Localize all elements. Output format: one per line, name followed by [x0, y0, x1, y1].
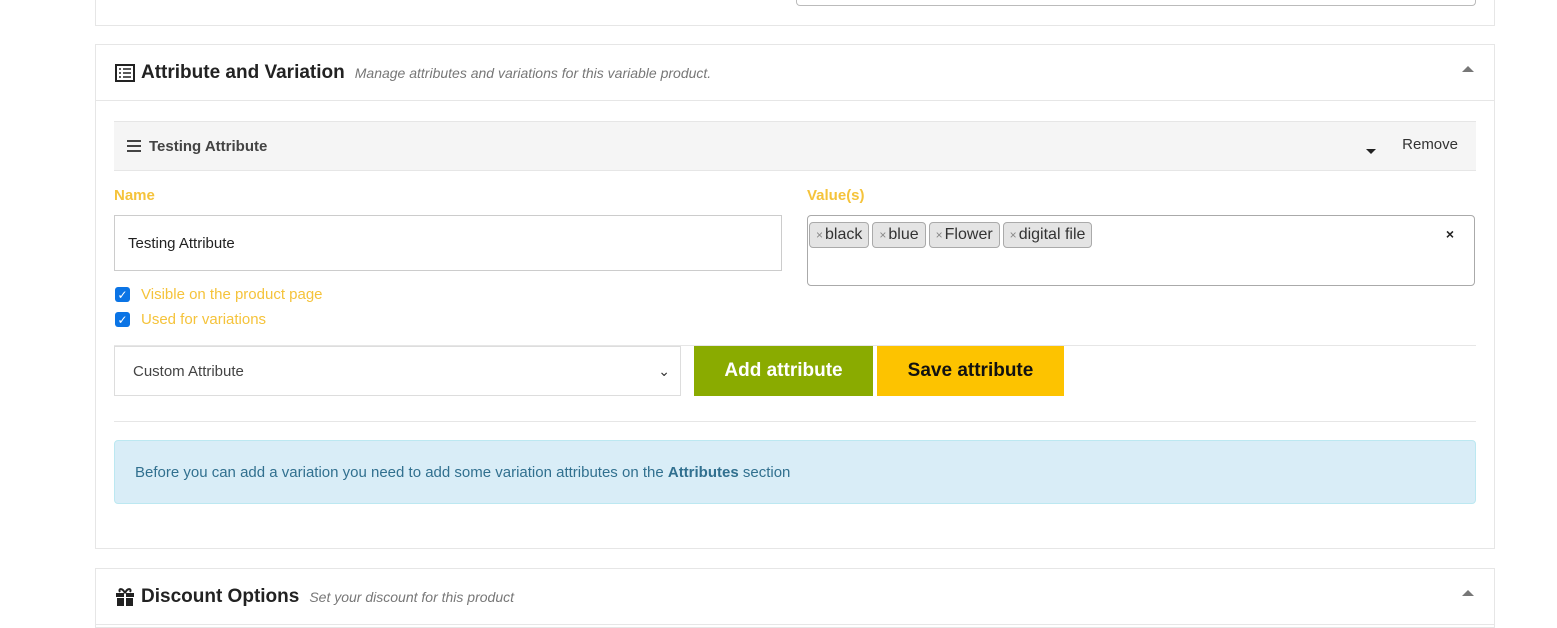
attribute-variation-section: Attribute and Variation Manage attribute…	[95, 44, 1495, 549]
remove-tag-icon[interactable]: ×	[1010, 228, 1017, 242]
remove-tag-icon[interactable]: ×	[816, 228, 823, 242]
checkmark-icon[interactable]: ✓	[115, 287, 130, 302]
add-attribute-button[interactable]: Add attribute	[694, 346, 873, 396]
attribute-row-header[interactable]: Testing Attribute Remove	[114, 121, 1476, 171]
clear-all-icon[interactable]: ×	[1446, 226, 1454, 242]
gift-icon	[116, 588, 134, 606]
name-input[interactable]: Testing Attribute	[114, 215, 782, 271]
section-title: Attribute and Variation	[141, 61, 345, 83]
remove-tag-icon[interactable]: ×	[936, 228, 943, 242]
expand-icon[interactable]	[1366, 149, 1376, 154]
value-tag: × Flower	[928, 222, 1000, 248]
remove-button[interactable]: Remove	[1402, 136, 1458, 153]
section-header[interactable]: Attribute and Variation Manage attribute…	[96, 45, 1494, 101]
list-icon	[115, 63, 135, 82]
divider	[114, 421, 1476, 422]
attribute-type-select[interactable]: Custom Attribute ⌄	[114, 346, 681, 396]
section-subtitle: Manage attributes and variations for thi…	[354, 64, 712, 81]
collapse-icon[interactable]	[1462, 590, 1474, 596]
previous-input[interactable]	[796, 0, 1476, 6]
chevron-down-icon: ⌄	[658, 363, 670, 379]
value-tag: × black	[809, 222, 870, 248]
visible-checkbox[interactable]: ✓ Visible on the product page	[115, 286, 323, 303]
variation-info-alert: Before you can add a variation you need …	[114, 440, 1476, 504]
name-label: Name	[114, 187, 155, 204]
collapse-icon[interactable]	[1462, 66, 1474, 72]
section-subtitle: Set your discount for this product	[309, 588, 514, 605]
attribute-title: Testing Attribute	[149, 137, 268, 155]
section-title: Discount Options	[141, 585, 300, 607]
value-tag: × blue	[872, 222, 926, 248]
values-label: Value(s)	[807, 187, 865, 204]
section-header[interactable]: Discount Options Set your discount for t…	[96, 569, 1494, 625]
values-multiselect[interactable]: × black × blue × Flower × digital file ×	[807, 215, 1475, 286]
drag-handle-icon[interactable]	[127, 140, 141, 152]
previous-section-card	[95, 0, 1495, 26]
discount-options-section: Discount Options Set your discount for t…	[95, 568, 1495, 628]
save-attribute-button[interactable]: Save attribute	[877, 346, 1064, 396]
variations-checkbox[interactable]: ✓ Used for variations	[115, 311, 266, 328]
remove-tag-icon[interactable]: ×	[879, 228, 886, 242]
value-tag: × digital file	[1002, 222, 1093, 248]
checkmark-icon[interactable]: ✓	[115, 312, 130, 327]
